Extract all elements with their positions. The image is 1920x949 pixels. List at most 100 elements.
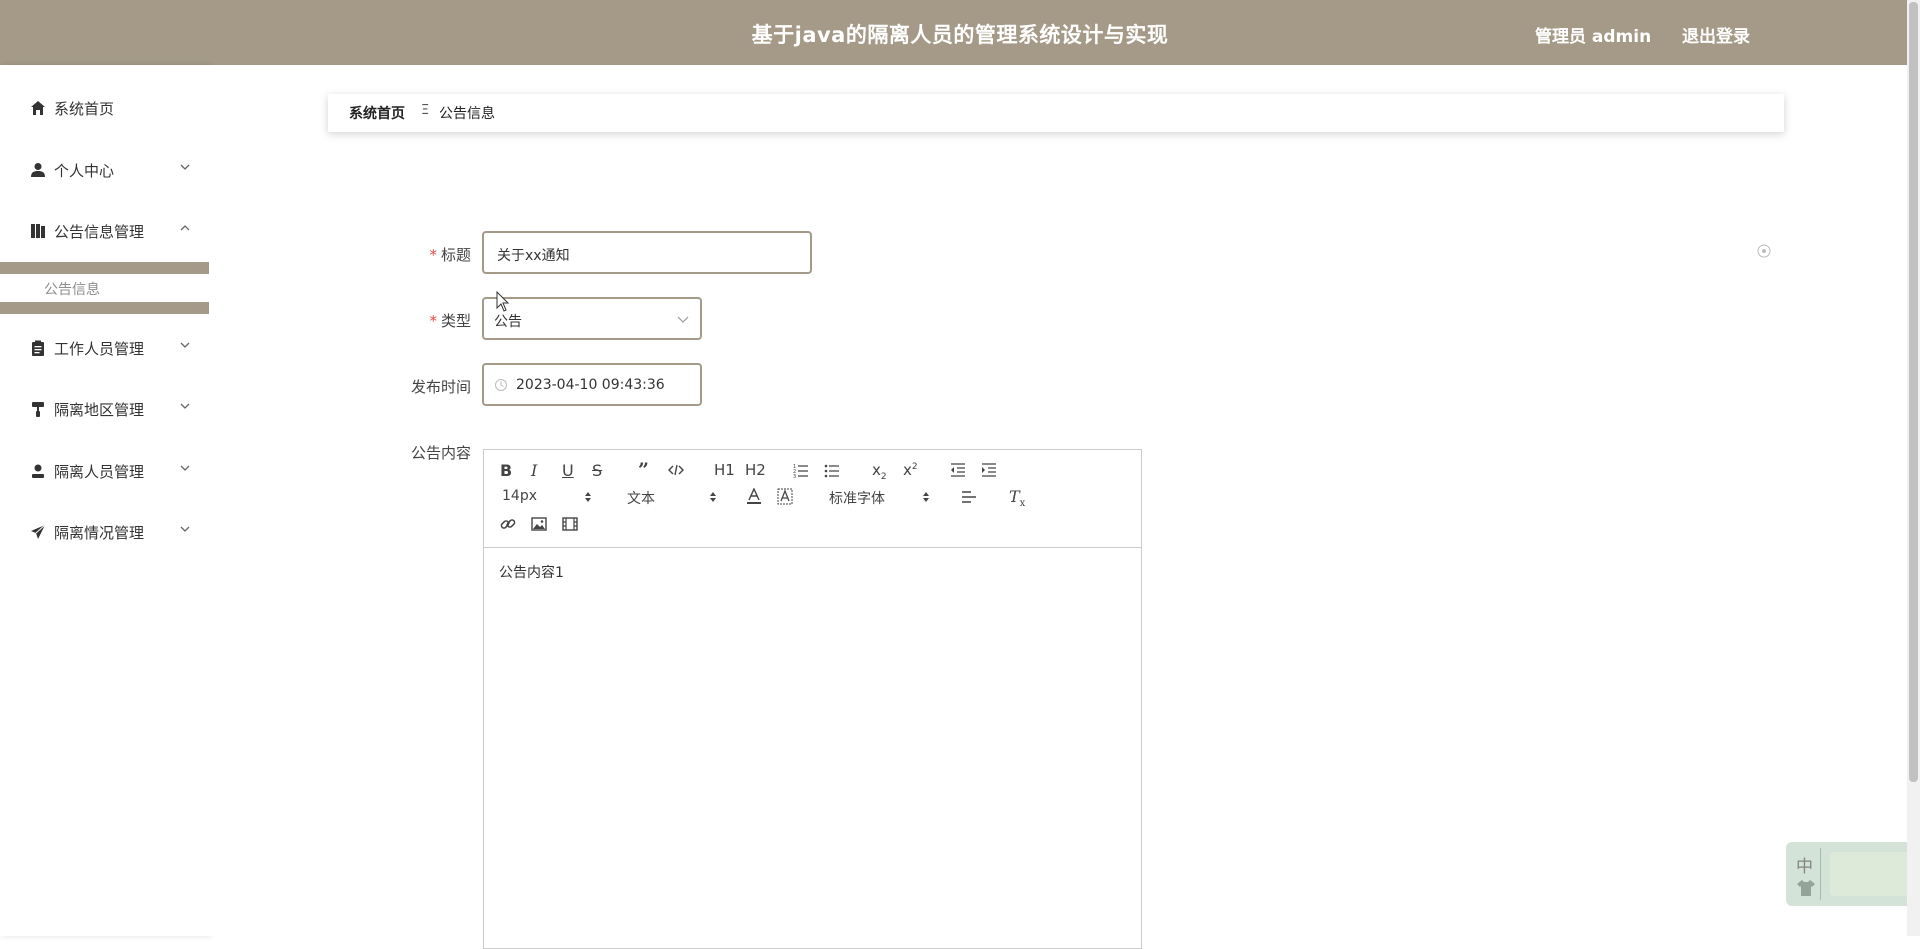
home-icon xyxy=(31,101,45,115)
type-field-label: * 类型 xyxy=(371,310,471,331)
required-mark: * xyxy=(429,312,437,330)
chevron-down-icon xyxy=(180,465,190,471)
title-input[interactable]: 关于xx通知 xyxy=(482,231,812,274)
user-icon xyxy=(32,464,44,478)
sidebar-item-label: 隔离情况管理 xyxy=(54,524,145,542)
page-scrollbar[interactable] xyxy=(1907,0,1920,936)
clear-circle-icon[interactable] xyxy=(1757,244,1771,258)
type-label-text: 类型 xyxy=(440,312,471,330)
h1-label: H1 xyxy=(714,461,735,479)
clipboard-icon xyxy=(32,340,44,356)
chevron-down-icon xyxy=(180,403,190,409)
blockquote-button[interactable]: ” xyxy=(638,459,649,481)
sidebar-item-label: 工作人员管理 xyxy=(54,340,145,358)
sidebar-item-status-management[interactable]: 隔离情况管理 xyxy=(0,512,209,552)
sidebar-item-person-management[interactable]: 隔离人员管理 xyxy=(0,451,209,491)
sidebar-item-label: 公告信息管理 xyxy=(54,223,145,241)
paint-roller-icon xyxy=(32,402,44,417)
shirt-icon xyxy=(1797,880,1815,896)
top-header: 基于java的隔离人员的管理系统设计与实现 管理员 admin 退出登录 xyxy=(0,0,1920,65)
clear-format-button[interactable]: Tx xyxy=(1009,487,1025,509)
rich-text-editor: B I U S ” H1 H2 123 x2 x2 14px 文本 标准字体 T… xyxy=(483,449,1142,949)
outdent-icon[interactable] xyxy=(950,462,966,478)
h2-label: H2 xyxy=(745,461,766,479)
bold-button[interactable]: B xyxy=(500,461,512,480)
align-left-icon[interactable] xyxy=(961,490,977,504)
ime-divider xyxy=(1820,848,1821,900)
background-color-icon[interactable] xyxy=(777,488,793,505)
chevron-down-icon xyxy=(180,342,190,348)
chevron-down-icon xyxy=(180,526,190,532)
person-icon xyxy=(31,163,45,177)
select-arrows-icon xyxy=(710,492,716,502)
title-label-text: 标题 xyxy=(440,246,471,264)
chevron-down-icon xyxy=(180,164,190,170)
publish-time-label: 发布时间 xyxy=(410,378,471,396)
font-size-value: 14px xyxy=(502,488,537,504)
heading1-button[interactable]: H1 xyxy=(714,461,735,479)
paragraph-select[interactable]: 文本 xyxy=(627,488,655,508)
required-mark: * xyxy=(429,246,437,264)
editor-content[interactable]: 公告内容1 xyxy=(499,562,564,582)
breadcrumb: 系统首页 Ξ 公告信息 xyxy=(328,94,1784,132)
subscript-label: x xyxy=(872,461,881,479)
paper-plane-icon xyxy=(31,524,46,539)
link-icon[interactable] xyxy=(500,516,516,532)
indent-icon[interactable] xyxy=(981,462,997,478)
publish-time-picker[interactable]: 2023-04-10 09:43:36 xyxy=(482,363,702,406)
title-input-value: 关于xx通知 xyxy=(497,248,570,264)
breadcrumb-current: 公告信息 xyxy=(439,106,495,122)
chevron-down-icon xyxy=(677,316,689,323)
heading2-button[interactable]: H2 xyxy=(745,461,766,479)
mouse-cursor-icon xyxy=(496,291,510,312)
select-arrows-icon xyxy=(923,492,929,502)
ime-widget[interactable]: 中 xyxy=(1786,842,1920,906)
italic-button[interactable]: I xyxy=(531,461,537,480)
superscript-button[interactable]: x2 xyxy=(903,461,918,479)
logout-button[interactable]: 退出登录 xyxy=(1682,22,1750,47)
sidebar-subitem-label: 公告信息 xyxy=(44,282,100,298)
sidebar-item-label: 个人中心 xyxy=(54,162,115,180)
ime-skin-image xyxy=(1830,852,1914,896)
strikethrough-button[interactable]: S xyxy=(592,461,602,480)
sidebar-item-home[interactable]: 系统首页 xyxy=(0,88,209,128)
admin-user-label: 管理员 admin xyxy=(1535,27,1652,47)
breadcrumb-home-link[interactable]: 系统首页 xyxy=(349,103,405,123)
svg-text:3: 3 xyxy=(793,474,796,478)
ime-mode-indicator: 中 xyxy=(1796,857,1813,877)
book-icon xyxy=(31,224,45,238)
publish-time-value: 2023-04-10 09:43:36 xyxy=(516,377,665,393)
ordered-list-icon[interactable]: 123 xyxy=(793,462,809,478)
sidebar-item-area-management[interactable]: 隔离地区管理 xyxy=(0,389,209,429)
font-family-value: 标准字体 xyxy=(829,491,885,507)
breadcrumb-separator: Ξ xyxy=(421,103,430,118)
sidebar-item-label: 隔离人员管理 xyxy=(54,463,145,481)
sidebar-item-personal-center[interactable]: 个人中心 xyxy=(0,150,209,190)
paragraph-value: 文本 xyxy=(627,491,655,507)
type-select[interactable]: 公告 xyxy=(482,297,702,340)
type-select-value: 公告 xyxy=(494,314,522,330)
submenu-divider-top xyxy=(0,262,209,274)
scrollbar-thumb[interactable] xyxy=(1909,2,1918,782)
editor-toolbar: B I U S ” H1 H2 123 x2 x2 14px 文本 标准字体 T… xyxy=(484,450,1141,548)
bullet-list-icon[interactable] xyxy=(824,462,840,478)
clock-icon xyxy=(495,379,507,391)
video-icon[interactable] xyxy=(562,517,578,531)
content-field-label: 公告内容 xyxy=(410,444,471,462)
superscript-label: x xyxy=(903,461,912,479)
font-family-select[interactable]: 标准字体 xyxy=(829,488,885,508)
font-color-icon[interactable] xyxy=(746,488,762,505)
sidebar-item-label: 系统首页 xyxy=(54,100,115,118)
underline-button[interactable]: U xyxy=(562,461,574,480)
title-field-label: * 标题 xyxy=(371,244,471,265)
select-arrows-icon xyxy=(585,492,591,502)
submenu-divider-bottom xyxy=(0,302,209,314)
sidebar-item-staff-management[interactable]: 工作人员管理 xyxy=(0,328,209,368)
sidebar-item-notice-management[interactable]: 公告信息管理 xyxy=(0,211,209,251)
sidebar-item-label: 隔离地区管理 xyxy=(54,401,145,419)
font-size-select[interactable]: 14px xyxy=(502,488,537,504)
subscript-button[interactable]: x2 xyxy=(872,461,887,482)
code-block-icon[interactable] xyxy=(668,464,684,476)
image-icon[interactable] xyxy=(531,517,547,531)
sidebar-subitem-notice-info[interactable]: 公告信息 xyxy=(0,275,209,301)
